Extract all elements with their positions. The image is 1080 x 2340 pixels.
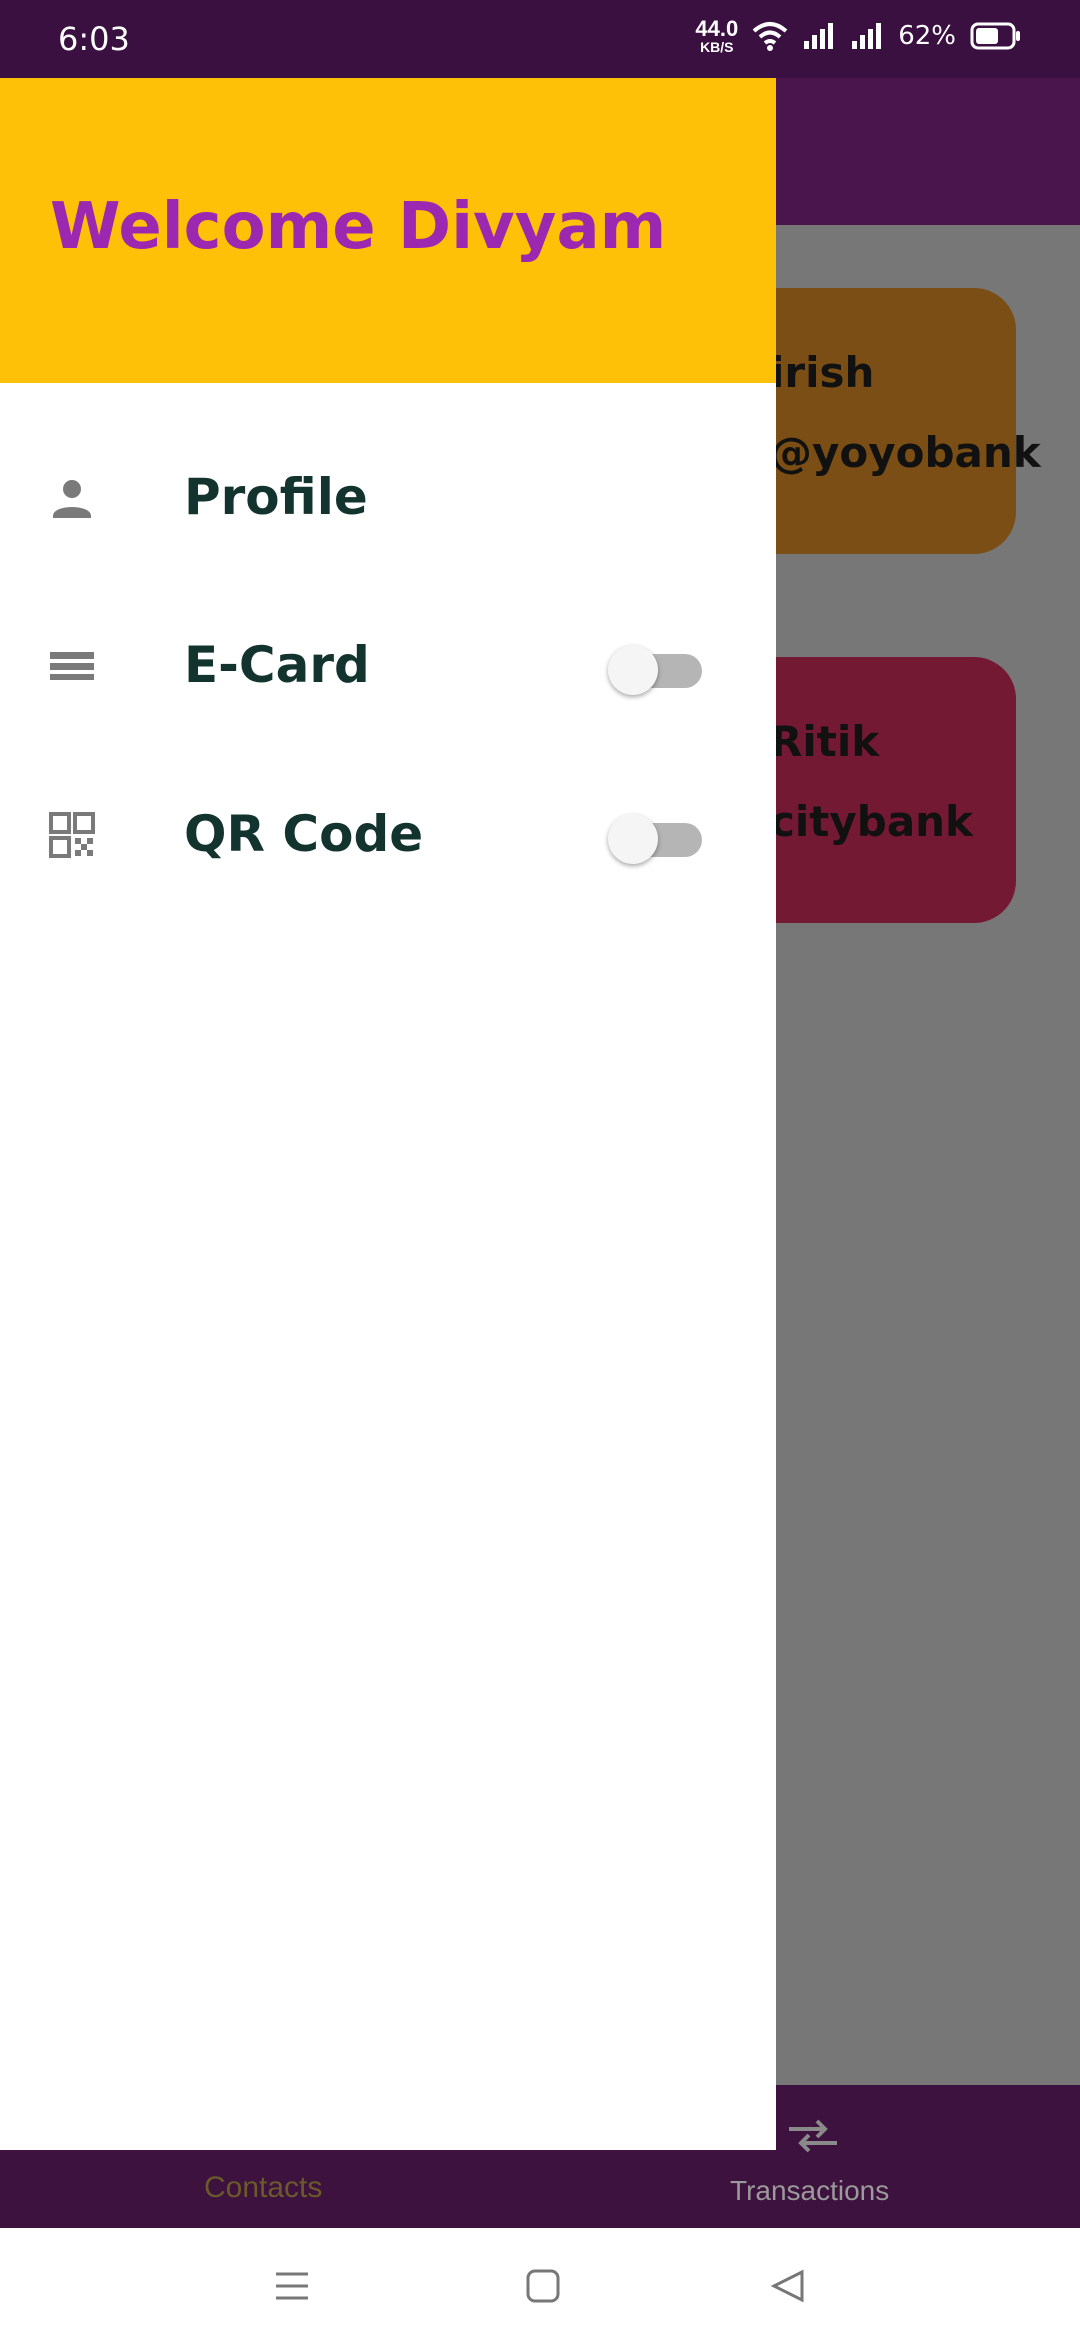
drawer-item-qr-code[interactable]: QR Code bbox=[0, 775, 776, 895]
qr-code-icon bbox=[49, 812, 95, 858]
signal-icon-2 bbox=[852, 23, 882, 49]
card-icon bbox=[50, 652, 94, 680]
navigation-drawer: Welcome Divyam Profile E-Card QR Code bbox=[0, 78, 776, 2150]
status-time: 6:03 bbox=[58, 20, 130, 58]
drawer-item-label: E-Card bbox=[184, 636, 370, 694]
contact-upi: @yoyobank bbox=[770, 428, 1041, 477]
transactions-icon bbox=[789, 2119, 837, 2153]
ecard-toggle[interactable] bbox=[608, 640, 704, 695]
system-navigation-bar bbox=[0, 2228, 1080, 2340]
signal-icon bbox=[804, 23, 834, 49]
welcome-title: Welcome Divyam bbox=[50, 190, 667, 264]
toggle-knob bbox=[608, 814, 658, 864]
battery-percent: 62% bbox=[898, 21, 956, 51]
contact-name: irish bbox=[770, 348, 875, 397]
qr-code-toggle[interactable] bbox=[608, 809, 704, 864]
battery-icon bbox=[970, 22, 1020, 50]
status-icons: 44.0 KB/S 62% bbox=[695, 18, 1022, 54]
wifi-icon bbox=[752, 22, 788, 51]
contact-name: Ritik bbox=[770, 717, 880, 766]
person-icon bbox=[53, 480, 91, 518]
nav-transactions[interactable]: Transactions bbox=[730, 2175, 889, 2207]
status-bar: 6:03 44.0 KB/S 62% bbox=[0, 0, 1080, 78]
nav-contacts[interactable]: Contacts bbox=[204, 2171, 322, 2205]
drawer-item-profile[interactable]: Profile bbox=[0, 438, 776, 558]
recent-apps-icon[interactable] bbox=[272, 2268, 312, 2304]
toggle-knob bbox=[608, 645, 658, 695]
contact-upi: citybank bbox=[770, 797, 973, 846]
drawer-item-label: Profile bbox=[184, 468, 368, 526]
drawer-header: Welcome Divyam bbox=[0, 78, 776, 383]
network-speed: 44.0 KB/S bbox=[695, 16, 739, 55]
drawer-item-label: QR Code bbox=[184, 805, 424, 863]
drawer-item-ecard[interactable]: E-Card bbox=[0, 606, 776, 726]
home-icon[interactable] bbox=[525, 2268, 561, 2304]
back-icon[interactable] bbox=[770, 2268, 806, 2304]
